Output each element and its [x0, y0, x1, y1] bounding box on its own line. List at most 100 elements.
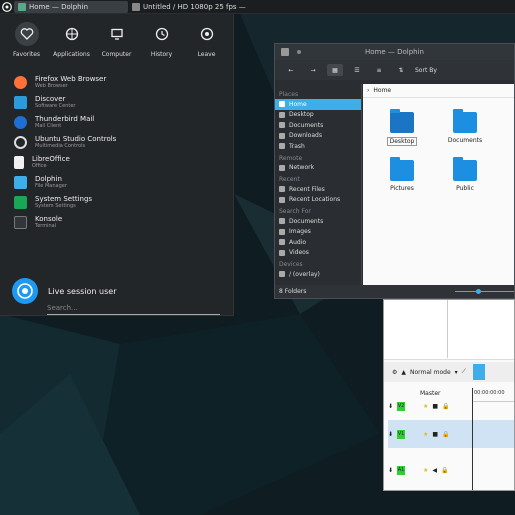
window-titlebar[interactable]: Home — Dolphin — [275, 44, 514, 60]
recent-header: Recent — [279, 176, 300, 183]
folder-documents[interactable]: Documents — [440, 109, 490, 144]
icons-view-button[interactable]: ▦ — [327, 64, 343, 76]
camera-icon[interactable]: ■ — [432, 403, 438, 410]
folder-pictures[interactable]: Pictures — [377, 157, 427, 192]
place-label: Desktop — [289, 111, 314, 119]
place-downloads[interactable]: Downloads — [275, 131, 361, 142]
tab-applications[interactable]: Applications — [50, 22, 94, 64]
task-kdenlive[interactable]: Untitled / HD 1080p 25 fps — — [128, 1, 250, 13]
tab-label: History — [150, 51, 173, 58]
details-view-button[interactable]: ≡ — [371, 64, 387, 76]
lock-icon[interactable]: 🔒 — [442, 403, 449, 410]
sort-icon[interactable]: ⇅ — [393, 64, 409, 76]
firefox-icon — [14, 75, 27, 89]
lock-icon[interactable]: 🔒 — [442, 431, 449, 438]
documents-icon — [279, 218, 285, 225]
device-overlay[interactable]: / (overlay) — [275, 269, 361, 280]
gear-icon[interactable]: ⚙ — [392, 369, 397, 376]
network-icon — [279, 164, 285, 171]
place-documents[interactable]: Documents — [275, 120, 361, 131]
tab-history[interactable]: History — [140, 22, 184, 64]
app-dolphin[interactable]: Dolphin File Manager — [14, 172, 116, 192]
camera-icon[interactable]: ■ — [432, 431, 438, 438]
app-firefox[interactable]: Firefox Web Browser Web Browser — [14, 72, 116, 92]
search-input[interactable]: Search... — [47, 303, 220, 315]
toolbar: ← → ▦ ☰ ≡ ⇅ Sort By — [275, 60, 514, 80]
devices-header: Devices — [279, 261, 303, 268]
places-header: Places — [279, 91, 299, 98]
tab-label: Applications — [53, 51, 90, 58]
zoom-slider-handle[interactable] — [475, 289, 481, 294]
place-trash[interactable]: Trash — [275, 141, 361, 152]
app-libreoffice[interactable]: LibreOffice Office — [14, 152, 116, 172]
app-discover[interactable]: Discover Software Center — [14, 92, 116, 112]
app-description: Terminal — [35, 222, 57, 229]
place-desktop[interactable]: Desktop — [275, 110, 361, 121]
search-documents[interactable]: Documents — [275, 216, 361, 227]
zoom-slider[interactable] — [455, 291, 514, 292]
track-tag: A1 — [397, 465, 406, 475]
task-dolphin[interactable]: Home — Dolphin — [14, 0, 128, 13]
app-name: Konsole — [35, 214, 63, 223]
folder-desktop[interactable]: Desktop — [377, 109, 427, 146]
track-a1[interactable]: ⬇ A1 ★ ◀ 🔒 — [388, 456, 514, 484]
timeline-toolbar: ⚙ ▲ Normal mode ▾ ⟋ — [384, 362, 514, 382]
place-label: Documents — [289, 217, 324, 225]
breadcrumb[interactable]: › Home — [363, 84, 514, 98]
app-konsole[interactable]: Konsole Terminal — [14, 212, 116, 232]
folder-icon — [390, 109, 414, 133]
ubuntu-studio-icon — [17, 283, 33, 299]
search-audio[interactable]: Audio — [275, 237, 361, 248]
breadcrumb-home[interactable]: Home — [373, 87, 391, 94]
tab-label: Leave — [197, 51, 216, 58]
collapse-icon[interactable]: ⬇ — [388, 431, 393, 438]
avatar[interactable] — [12, 278, 38, 304]
lock-icon[interactable]: 🔒 — [441, 467, 448, 474]
collapse-icon[interactable]: ⬇ — [388, 403, 393, 410]
dolphin-icon — [14, 175, 27, 189]
application-launcher-button[interactable] — [0, 0, 14, 14]
tab-leave[interactable]: Leave — [185, 22, 229, 64]
app-ubuntu-studio-controls[interactable]: Ubuntu Studio Controls Multimedia Control… — [14, 132, 116, 152]
compact-view-button[interactable]: ☰ — [349, 64, 365, 76]
star-icon[interactable]: ★ — [423, 467, 428, 474]
folder-public[interactable]: Public — [440, 157, 490, 192]
forward-button[interactable]: → — [305, 64, 321, 76]
place-recent-files[interactable]: Recent Files — [275, 184, 361, 195]
discover-icon — [14, 95, 27, 109]
chevron-down-icon[interactable]: ▾ — [455, 369, 458, 376]
app-description: Office — [32, 162, 47, 169]
app-system-settings[interactable]: System Settings System Settings — [14, 192, 116, 212]
star-icon[interactable]: ★ — [423, 431, 428, 438]
place-home[interactable]: Home — [275, 99, 361, 110]
app-name: System Settings — [35, 194, 93, 203]
sort-by-button[interactable]: Sort By — [415, 67, 437, 74]
folder-label: Desktop — [386, 137, 418, 146]
track-v2[interactable]: ⬇ V2 ★ ■ 🔒 — [388, 392, 514, 420]
tab-computer[interactable]: Computer — [95, 22, 139, 64]
star-icon[interactable]: ★ — [423, 403, 428, 410]
chevron-right-icon: › — [367, 87, 370, 94]
image-icon — [279, 228, 285, 235]
track-v1[interactable]: ⬇ V1 ★ ■ 🔒 — [388, 420, 514, 448]
collapse-icon[interactable]: ⬇ — [388, 467, 393, 474]
thunderbird-icon — [14, 115, 27, 129]
favorites-list: Firefox Web Browser Web Browser Discover S… — [14, 72, 116, 232]
desktop-icon — [279, 111, 285, 118]
search-videos[interactable]: Videos — [275, 248, 361, 259]
app-thunderbird[interactable]: Thunderbird Mail Mail Client — [14, 112, 116, 132]
edit-mode-select[interactable]: Normal mode — [410, 369, 451, 376]
razor-icon[interactable]: ⟋ — [462, 368, 466, 376]
place-recent-locations[interactable]: Recent Locations — [275, 195, 361, 206]
documents-icon — [279, 122, 285, 129]
grid-icon — [65, 27, 78, 41]
tab-favorites[interactable]: Favorites — [5, 22, 49, 64]
place-network[interactable]: Network — [275, 163, 361, 174]
selection-tool-button[interactable] — [472, 364, 485, 380]
search-images[interactable]: Images — [275, 227, 361, 238]
app-description: System Settings — [35, 202, 76, 209]
back-button[interactable]: ← — [283, 64, 299, 76]
timeline-cursor[interactable] — [472, 388, 473, 490]
speaker-icon[interactable]: ◀ — [432, 467, 437, 474]
search-for-header: Search For — [279, 208, 311, 215]
